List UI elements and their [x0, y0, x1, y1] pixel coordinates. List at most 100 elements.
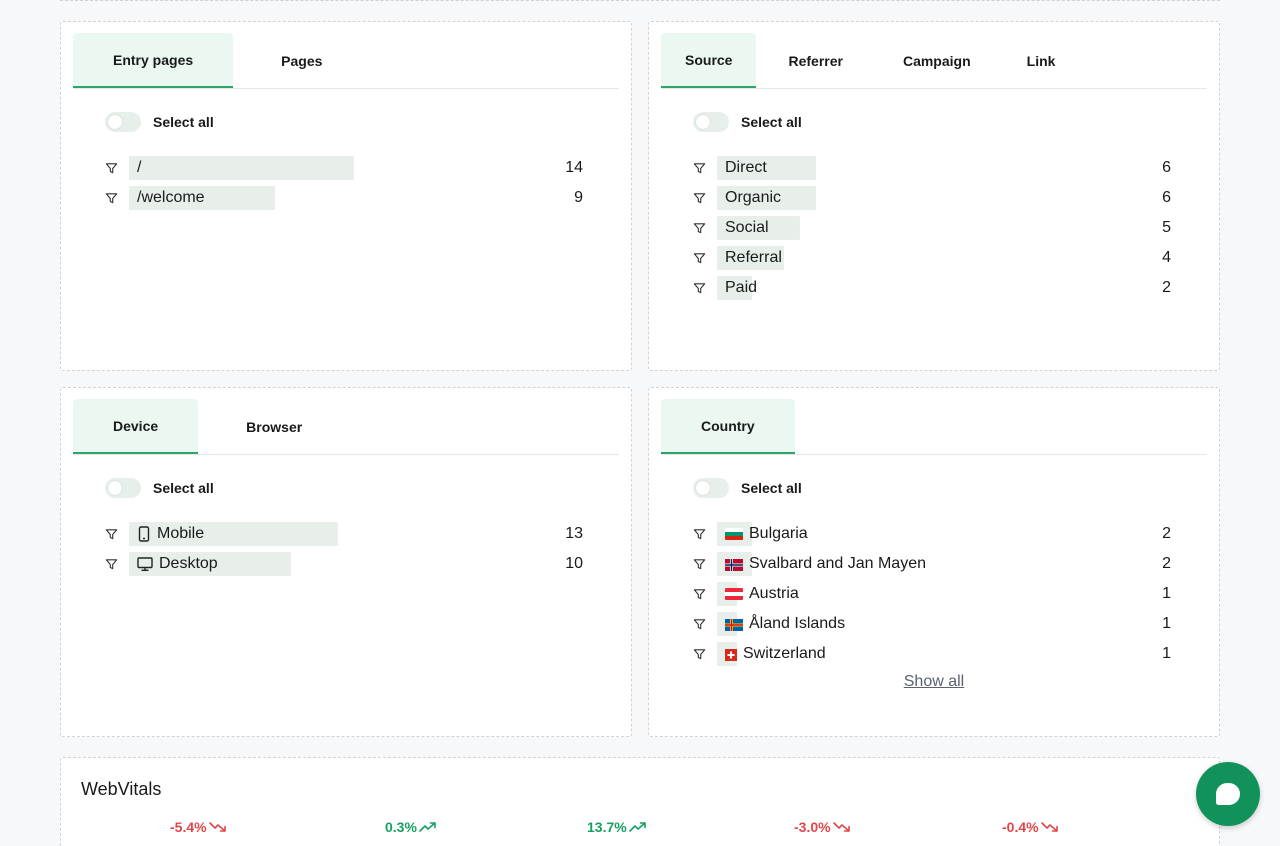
filter-icon[interactable]	[105, 183, 129, 213]
country-tabs: Country	[661, 399, 1207, 455]
top-divider	[60, 0, 1220, 1]
tab-country[interactable]: Country	[661, 399, 795, 454]
show-all-link[interactable]: Show all	[904, 673, 964, 690]
select-all: Select all	[105, 112, 214, 132]
value-bar	[129, 156, 354, 180]
filter-icon[interactable]	[693, 549, 717, 579]
delta-value: -0.4%	[1002, 819, 1039, 835]
bar-container: Organic	[717, 186, 1111, 210]
bar-container: Desktop	[129, 552, 523, 576]
select-all-label: Select all	[153, 480, 214, 496]
filter-icon[interactable]	[693, 243, 717, 273]
metric-delta: -0.4%	[1002, 819, 1059, 835]
tab-referrer[interactable]: Referrer	[756, 33, 874, 88]
list-item[interactable]: Social 5	[693, 213, 1171, 243]
pages-card: Entry pages Pages Select all / 14 /welco…	[60, 21, 632, 371]
filter-icon[interactable]	[105, 153, 129, 183]
row-value: 4	[1162, 249, 1171, 266]
filter-icon[interactable]	[693, 273, 717, 303]
trend-down-icon	[208, 822, 226, 832]
metric-delta: 0.3%	[385, 819, 437, 835]
bar-container: Referral	[717, 246, 1111, 270]
webvitals-card: WebVitals -5.4% ​ 0.3% 13.7% -3.0% -0.4%	[60, 757, 1220, 846]
list-item[interactable]: Desktop 10	[105, 549, 583, 579]
row-value: 9	[574, 189, 583, 206]
delta-value: 13.7%	[587, 819, 627, 835]
tab-browser[interactable]: Browser	[198, 399, 350, 454]
select-all-toggle[interactable]	[693, 112, 729, 132]
tab-device[interactable]: Device	[73, 399, 199, 454]
chat-button[interactable]	[1196, 762, 1260, 826]
country-card: Country Select all Bulgaria 2 Svalbard a…	[648, 387, 1220, 737]
row-value: 6	[1162, 159, 1171, 176]
list-item[interactable]: Organic 6	[693, 183, 1171, 213]
austria-flag-icon	[725, 588, 743, 600]
select-all-toggle[interactable]	[105, 112, 141, 132]
row-label: Åland Islands	[749, 615, 846, 632]
metric-delta: -3.0%	[794, 819, 851, 835]
list-item[interactable]: Paid 2	[693, 273, 1171, 303]
row-label: Social	[725, 219, 769, 236]
row-label-wrap: Switzerland	[725, 642, 826, 666]
list-item[interactable]: Austria 1	[693, 579, 1171, 609]
bar-container: Svalbard and Jan Mayen	[717, 552, 1111, 576]
desktop-icon	[137, 556, 153, 572]
filter-icon[interactable]	[693, 609, 717, 639]
list-item[interactable]: Switzerland 1	[693, 639, 1171, 669]
row-label: Organic	[725, 189, 782, 206]
row-label-wrap: Mobile	[137, 522, 204, 546]
filter-icon[interactable]	[105, 519, 129, 549]
select-all-label: Select all	[153, 114, 214, 130]
chat-icon	[1216, 783, 1240, 805]
row-value: 2	[1162, 525, 1171, 542]
bar-container: /welcome	[129, 186, 523, 210]
select-all-toggle[interactable]	[105, 478, 141, 498]
filter-icon[interactable]	[693, 579, 717, 609]
filter-icon[interactable]	[693, 639, 717, 669]
list-item[interactable]: Bulgaria 2	[693, 519, 1171, 549]
bar-container: Austria	[717, 582, 1111, 606]
delta-value: -5.4%	[170, 819, 207, 835]
filter-icon[interactable]	[693, 153, 717, 183]
row-value: 10	[565, 555, 583, 572]
row-value: 1	[1162, 615, 1171, 632]
filter-icon[interactable]	[693, 183, 717, 213]
list-item[interactable]: /welcome 9	[105, 183, 583, 213]
select-all-toggle[interactable]	[693, 478, 729, 498]
source-list: Direct 6 Organic 6 Social 5 Referral 4 P…	[693, 153, 1171, 303]
list-item[interactable]: Referral 4	[693, 243, 1171, 273]
bulgaria-flag-icon	[725, 528, 743, 540]
row-label: Paid	[725, 279, 758, 296]
trend-down-icon	[1040, 822, 1058, 832]
filter-icon[interactable]	[693, 213, 717, 243]
switzerland-flag-icon	[725, 648, 737, 661]
filter-icon[interactable]	[105, 549, 129, 579]
row-label: Desktop	[159, 555, 218, 572]
metric-delta: -5.4%	[170, 819, 227, 835]
tab-source[interactable]: Source	[661, 33, 757, 88]
tab-campaign[interactable]: Campaign	[875, 33, 999, 88]
tab-pages[interactable]: Pages	[233, 33, 370, 88]
source-card: Source Referrer Campaign Link Select all…	[648, 21, 1220, 371]
row-value: 1	[1162, 645, 1171, 662]
row-value: 5	[1162, 219, 1171, 236]
delta-value: 0.3%	[385, 819, 417, 835]
country-list: Bulgaria 2 Svalbard and Jan Mayen 2 Aust…	[693, 519, 1171, 669]
delta-value: -3.0%	[794, 819, 831, 835]
row-label: Switzerland	[743, 645, 826, 662]
list-item[interactable]: / 14	[105, 153, 583, 183]
row-label: Svalbard and Jan Mayen	[749, 555, 926, 572]
bar-container: Switzerland	[717, 642, 1111, 666]
row-label: Austria	[749, 585, 799, 602]
row-label: Direct	[725, 159, 767, 176]
filter-icon[interactable]	[693, 519, 717, 549]
list-item[interactable]: Svalbard and Jan Mayen 2	[693, 549, 1171, 579]
list-item[interactable]: Mobile 13	[105, 519, 583, 549]
row-value: 6	[1162, 189, 1171, 206]
tab-link[interactable]: Link	[999, 33, 1084, 88]
tab-entry-pages[interactable]: Entry pages	[73, 33, 234, 88]
list-item[interactable]: Direct 6	[693, 153, 1171, 183]
list-item[interactable]: Åland Islands 1	[693, 609, 1171, 639]
row-value: 2	[1162, 555, 1171, 572]
row-label: Referral	[725, 249, 782, 266]
